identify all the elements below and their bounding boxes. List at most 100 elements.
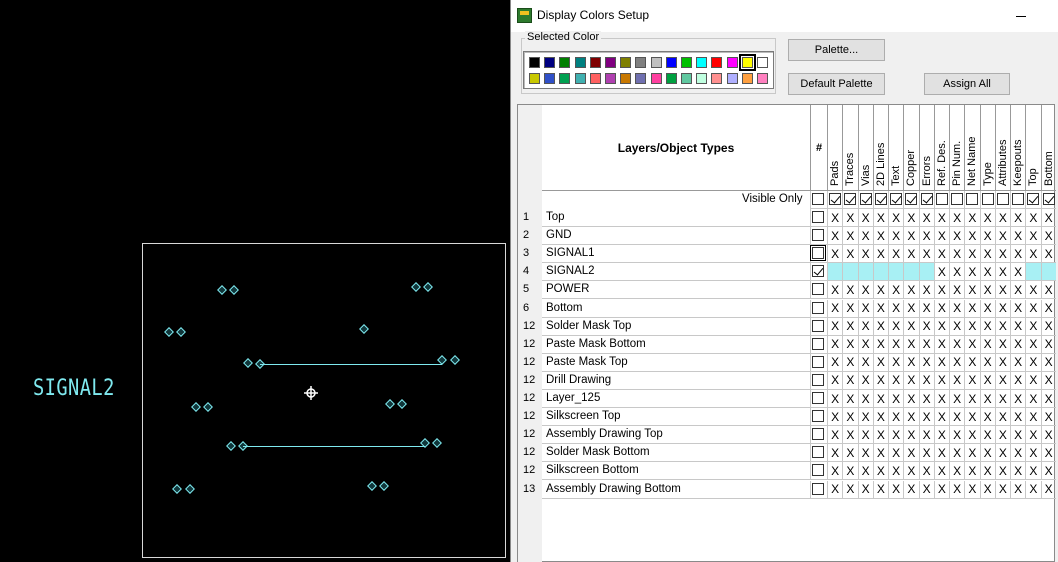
color-swatch[interactable] (544, 57, 556, 68)
color-swatch[interactable] (620, 73, 632, 84)
color-cell[interactable]: X (1025, 408, 1041, 427)
color-cell[interactable]: X (964, 263, 980, 282)
color-cell[interactable]: X (857, 426, 873, 445)
color-cell[interactable]: X (1010, 299, 1026, 318)
color-swatch[interactable] (696, 57, 708, 68)
color-cell[interactable]: X (1010, 426, 1026, 445)
color-cell[interactable]: X (842, 227, 858, 246)
color-cell[interactable]: X (872, 317, 888, 336)
color-swatch[interactable] (589, 57, 601, 68)
color-cell[interactable]: X (994, 462, 1010, 481)
color-cell[interactable]: X (979, 317, 995, 336)
color-cell[interactable]: X (979, 371, 995, 390)
color-cell[interactable]: X (918, 281, 934, 300)
layer-row[interactable]: 12 Assembly Drawing Top X X X X X X X X X X X X X X X (523, 426, 1056, 445)
visible-only-checkbox[interactable] (890, 193, 902, 205)
color-cell[interactable]: X (918, 227, 934, 246)
color-cell[interactable]: X (888, 462, 904, 481)
color-swatch[interactable] (711, 73, 723, 84)
color-cell[interactable]: X (933, 245, 949, 264)
color-cell[interactable]: X (918, 426, 934, 445)
color-cell[interactable]: X (842, 480, 858, 499)
color-cell[interactable]: X (979, 480, 995, 499)
color-cell[interactable]: X (1010, 353, 1026, 372)
color-cell[interactable]: X (949, 480, 965, 499)
layer-visible-checkbox[interactable] (812, 464, 824, 477)
color-cell[interactable]: X (1010, 480, 1026, 499)
color-cell[interactable]: X (842, 299, 858, 318)
color-cell[interactable]: X (1040, 462, 1056, 481)
visible-only-checkbox[interactable] (951, 193, 963, 205)
color-cell[interactable]: X (903, 209, 919, 227)
color-cell[interactable]: X (842, 317, 858, 336)
color-cell[interactable]: X (949, 444, 965, 463)
color-cell[interactable]: X (827, 426, 843, 445)
color-cell[interactable]: X (933, 371, 949, 390)
color-cell[interactable] (827, 263, 843, 282)
color-cell[interactable]: X (979, 408, 995, 427)
visible-only-checkbox[interactable] (935, 193, 948, 205)
layer-row[interactable]: 12 Paste Mask Top X X X X X X X X X X X X X X X (523, 353, 1056, 372)
color-cell[interactable]: X (827, 245, 843, 264)
color-cell[interactable]: X (872, 281, 888, 300)
color-cell[interactable]: X (918, 353, 934, 372)
color-cell[interactable]: X (1010, 245, 1026, 264)
layer-visible-checkbox[interactable] (812, 211, 824, 223)
color-cell[interactable] (1025, 263, 1041, 282)
layer-row[interactable]: 4 SIGNAL2 X X X X X X (523, 263, 1056, 282)
color-cell[interactable]: X (903, 227, 919, 246)
color-cell[interactable]: X (979, 263, 995, 282)
color-cell[interactable]: X (903, 335, 919, 354)
color-cell[interactable]: X (979, 299, 995, 318)
color-cell[interactable]: X (994, 299, 1010, 318)
layer-visible-checkbox[interactable] (812, 428, 824, 441)
color-cell[interactable]: X (994, 209, 1010, 227)
color-cell[interactable]: X (933, 408, 949, 427)
color-swatch[interactable] (741, 73, 753, 84)
color-swatch[interactable] (665, 57, 677, 68)
color-cell[interactable]: X (1010, 408, 1026, 427)
color-swatch[interactable] (757, 57, 768, 68)
color-swatch[interactable] (665, 73, 677, 84)
color-cell[interactable] (872, 263, 888, 282)
color-swatch[interactable] (635, 73, 647, 84)
color-cell[interactable]: X (964, 281, 980, 300)
color-cell[interactable]: X (994, 281, 1010, 300)
color-cell[interactable]: X (933, 299, 949, 318)
color-cell[interactable] (888, 263, 904, 282)
color-cell[interactable] (842, 263, 858, 282)
color-cell[interactable]: X (1025, 390, 1041, 408)
pcb-trace[interactable] (260, 364, 442, 365)
color-cell[interactable]: X (888, 480, 904, 499)
color-cell[interactable]: X (933, 426, 949, 445)
color-cell[interactable]: X (1040, 353, 1056, 372)
color-cell[interactable]: X (872, 444, 888, 463)
color-cell[interactable]: X (918, 462, 934, 481)
color-cell[interactable]: X (888, 371, 904, 390)
layer-visible-checkbox[interactable] (812, 373, 824, 386)
visible-only-checkbox[interactable] (1027, 193, 1040, 205)
color-cell[interactable]: X (1010, 227, 1026, 246)
color-cell[interactable]: X (1010, 209, 1026, 227)
visible-only-checkbox[interactable] (859, 193, 872, 205)
color-cell[interactable]: X (994, 408, 1010, 427)
color-cell[interactable]: X (1040, 390, 1056, 408)
color-cell[interactable]: X (903, 480, 919, 499)
layer-row[interactable]: 13 Assembly Drawing Bottom X X X X X X X X X X X X X X X (523, 480, 1056, 499)
visible-only-checkbox[interactable] (812, 193, 824, 205)
color-cell[interactable]: X (888, 227, 904, 246)
color-cell[interactable]: X (888, 444, 904, 463)
layer-visible-checkbox[interactable] (812, 446, 824, 459)
color-cell[interactable]: X (1025, 426, 1041, 445)
color-cell[interactable]: X (1010, 390, 1026, 408)
layer-visible-checkbox[interactable] (810, 245, 826, 262)
color-cell[interactable]: X (872, 426, 888, 445)
color-cell[interactable]: X (918, 480, 934, 499)
layer-row[interactable]: 3 SIGNAL1 X X X X X X X X X X X X X X X (523, 245, 1056, 264)
color-cell[interactable]: X (994, 263, 1010, 282)
color-cell[interactable] (857, 263, 873, 282)
layer-row[interactable]: 12 Silkscreen Bottom X X X X X X X X X X X X X X X (523, 462, 1056, 481)
color-cell[interactable]: X (1040, 426, 1056, 445)
color-cell[interactable]: X (888, 245, 904, 264)
color-cell[interactable]: X (994, 480, 1010, 499)
